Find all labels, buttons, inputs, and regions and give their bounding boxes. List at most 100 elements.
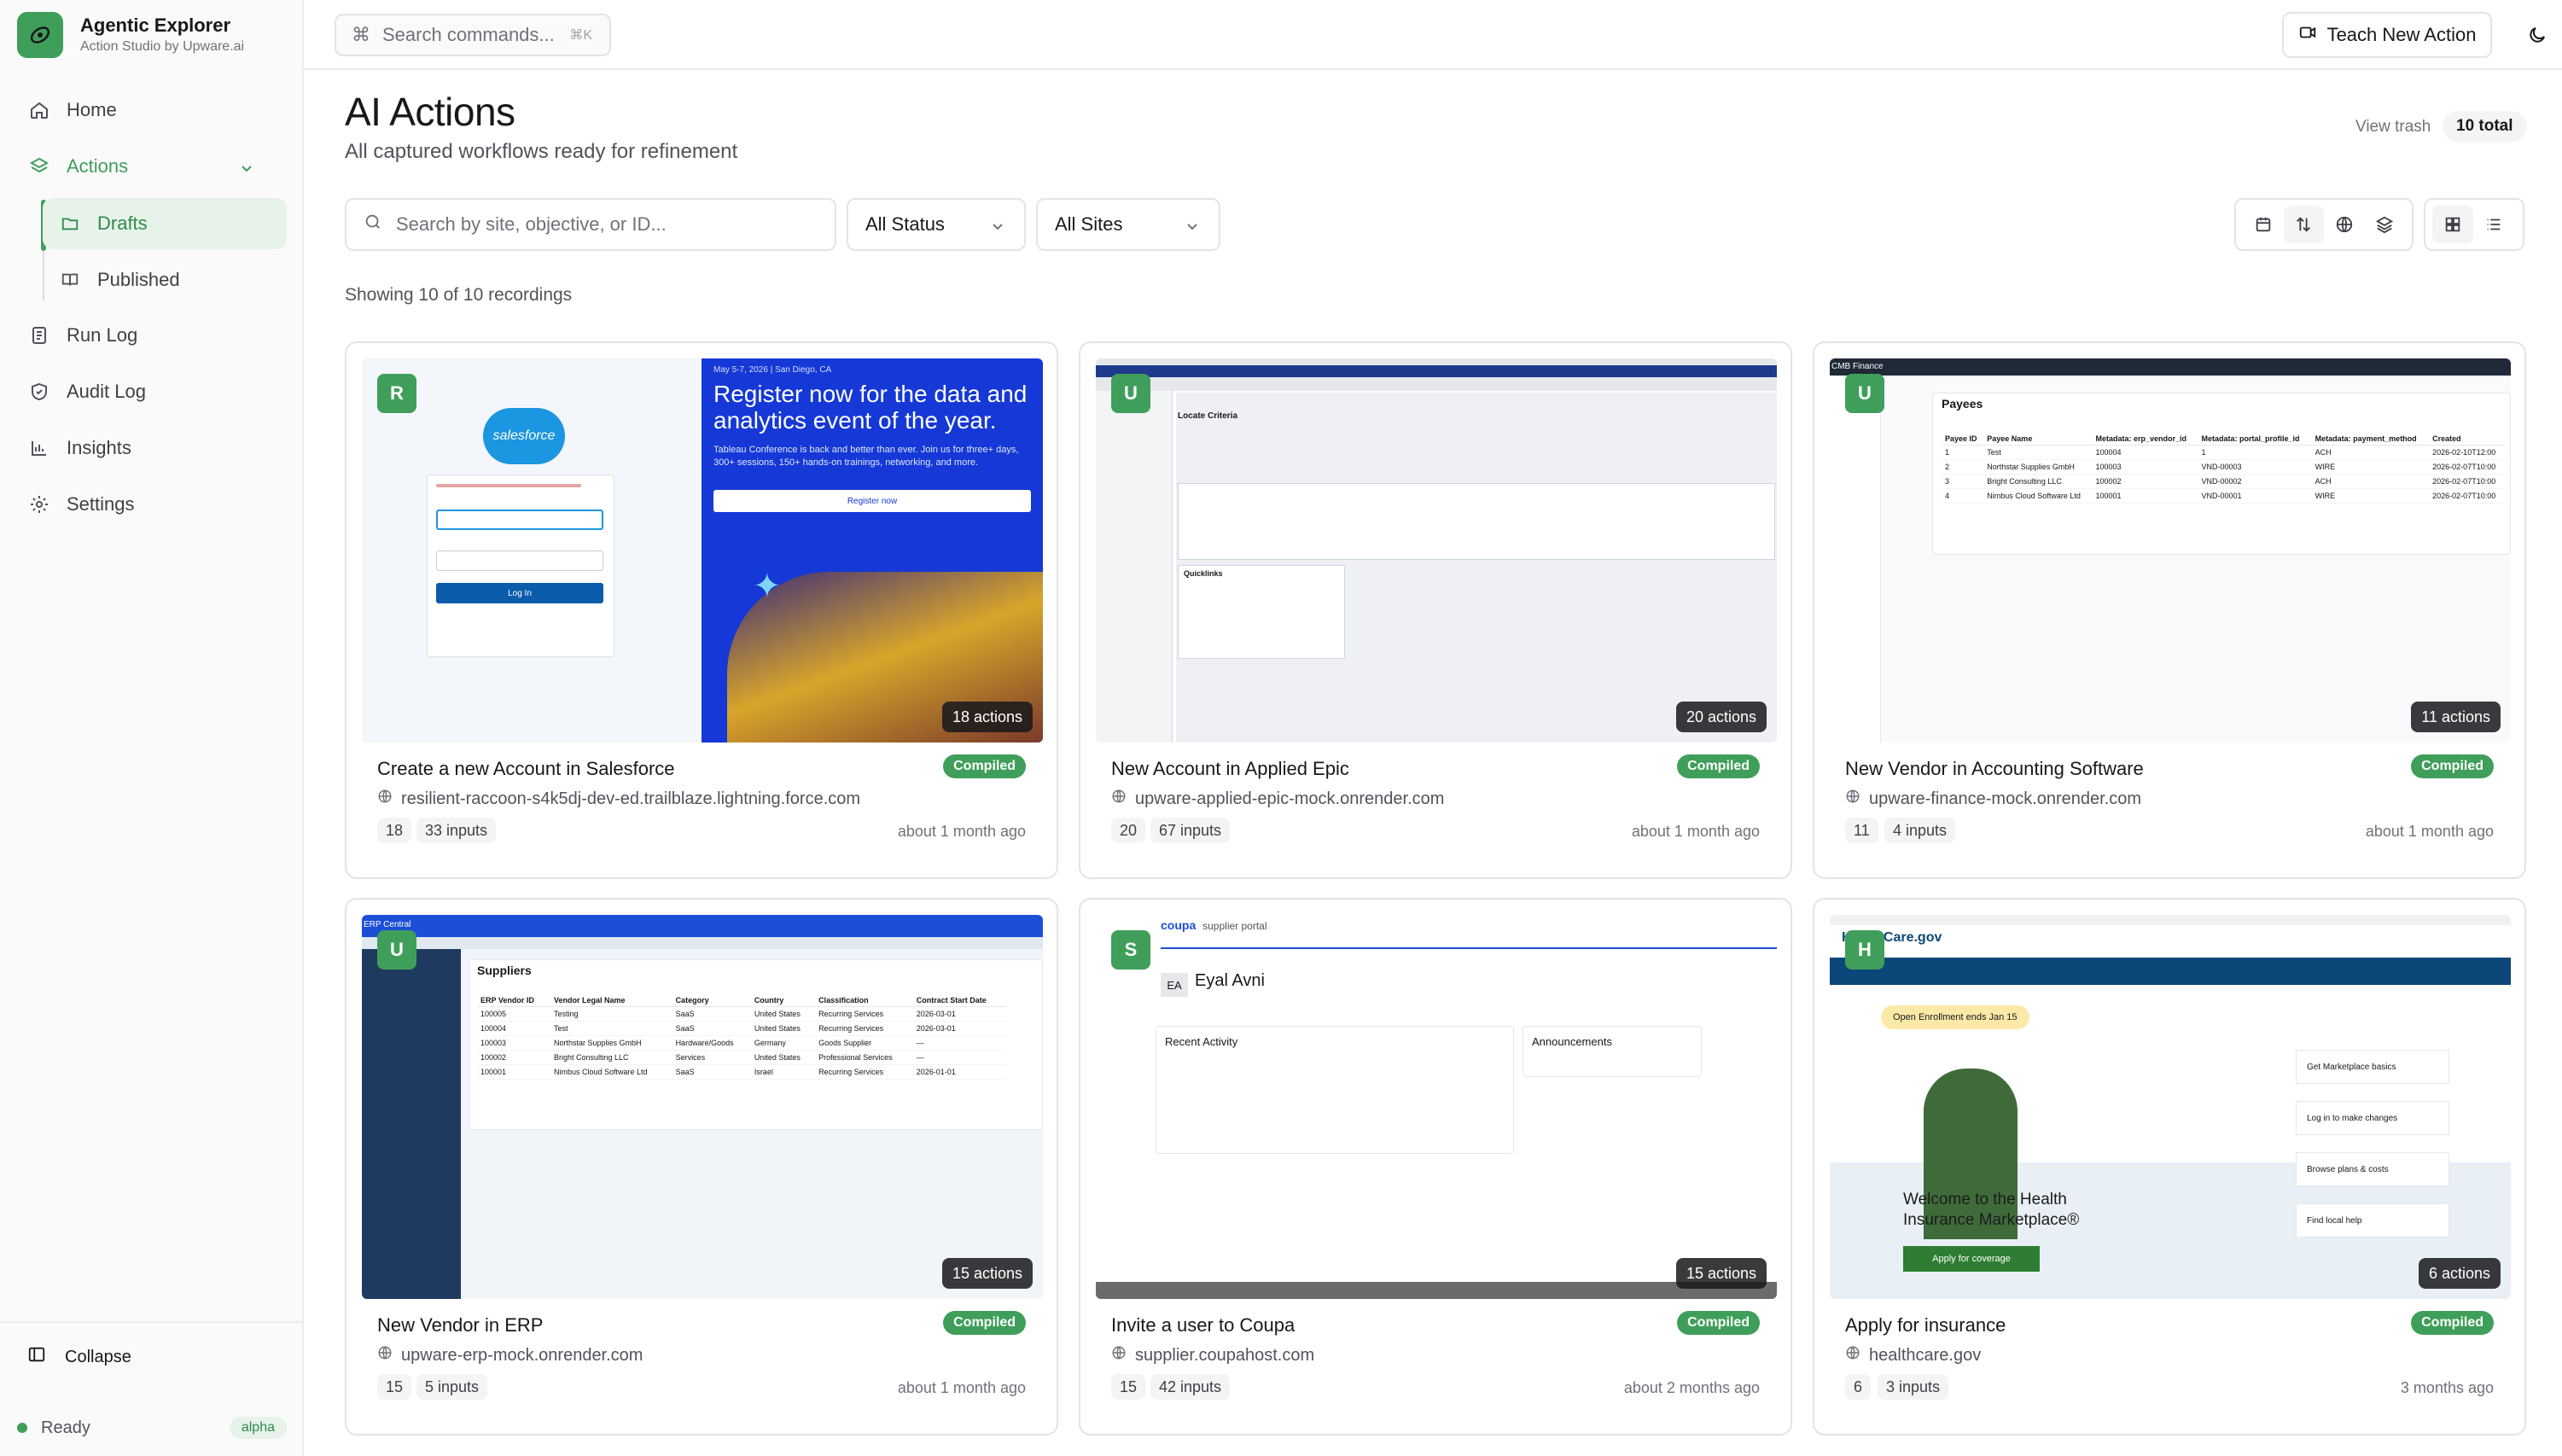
table-cell: Services xyxy=(672,1050,751,1065)
card-title: Apply for insurance xyxy=(1845,1314,2006,1336)
brand-logo-icon xyxy=(17,12,63,58)
sidebar-item-settings[interactable]: Settings xyxy=(19,480,287,529)
action-card[interactable]: Locate Criteria Quicklinks U 20 actions … xyxy=(1079,341,1792,879)
brand[interactable]: Agentic Explorer Action Studio by Upware… xyxy=(17,12,244,58)
sort-view-toolbar xyxy=(2234,198,2414,251)
hc-apply-button: Apply for coverage xyxy=(1903,1246,2040,1272)
sidebar-item-drafts[interactable]: Drafts xyxy=(43,198,287,249)
table-cell: 100001 xyxy=(477,1064,550,1080)
inputs-chip: 67 inputs xyxy=(1150,818,1231,843)
fin-brand: CMB Finance xyxy=(1831,362,1884,371)
command-search[interactable]: ⌘ Search commands... ⌘K xyxy=(335,14,611,56)
epic-results-table xyxy=(1178,483,1775,560)
table-header-cell: Metadata: payment_method xyxy=(2311,433,2430,446)
chevron-down-icon[interactable] xyxy=(239,159,254,181)
calendar-icon xyxy=(2256,217,2270,232)
group-by-site-button[interactable] xyxy=(2324,206,2365,243)
action-card[interactable]: salesforce Log In May 5-7, 2026 | San Di… xyxy=(345,341,1058,879)
table-cell: 2026-03-01 xyxy=(912,1021,1006,1036)
table-cell: VND-00002 xyxy=(2198,474,2312,489)
table-header-cell: ERP Vendor ID xyxy=(477,994,550,1007)
sidebar-item-label: Drafts xyxy=(97,213,148,234)
table-cell: Bright Consulting LLC xyxy=(550,1050,673,1065)
action-card[interactable]: CMB Finance Payees Payee ID Payee Name Met… xyxy=(1813,341,2526,879)
grid-view-button[interactable] xyxy=(2432,206,2473,243)
search-input[interactable]: Search by site, objective, or ID... xyxy=(345,198,836,251)
table-cell: 2026-02-07T10:00 xyxy=(2429,459,2505,475)
collapse-button[interactable]: Collapse xyxy=(27,1345,131,1369)
teach-new-action-button[interactable]: Teach New Action xyxy=(2282,12,2492,58)
action-card[interactable]: coupa supplier portal EA Eyal Avni Recen… xyxy=(1079,898,1792,1436)
sites-select-value: All Sites xyxy=(1055,213,1123,235)
shield-icon xyxy=(27,380,51,404)
coupa-logo: coupa supplier portal xyxy=(1161,918,1267,932)
table-cell: SaaS xyxy=(672,1021,751,1036)
table-row: 3 Bright Consulting LLC 100002 VND-00002 ACH… xyxy=(1942,474,2505,489)
sort-direction-button[interactable] xyxy=(2283,206,2324,243)
card-title: New Account in Applied Epic xyxy=(1111,758,1349,779)
grid-icon xyxy=(2445,217,2460,232)
layout-toggle xyxy=(2424,198,2524,251)
table-row: 100002 Bright Consulting LLC Services Unite… xyxy=(477,1050,1006,1065)
sidebar-item-run-log[interactable]: Run Log xyxy=(19,311,287,360)
coupa-recent-activity: Recent Activity xyxy=(1156,1026,1514,1154)
view-trash-link[interactable]: View trash xyxy=(2355,118,2431,137)
action-card[interactable]: HealthCare.gov Open Enrollment ends Jan … xyxy=(1813,898,2526,1436)
sidebar-item-label: Settings xyxy=(67,493,135,515)
action-card[interactable]: ERP Central Suppliers ERP Vendor ID Vendo… xyxy=(345,898,1058,1436)
table-header-cell: Vendor Legal Name xyxy=(550,994,673,1007)
card-age: about 1 month ago xyxy=(897,823,1026,840)
card-title: Invite a user to Coupa xyxy=(1111,1314,1296,1336)
table-row: 1 Test 100004 1 ACH 2026-02-10T12:00 xyxy=(1942,445,2505,460)
table-cell: SaaS xyxy=(672,1006,751,1022)
card-age: about 1 month ago xyxy=(897,1379,1026,1396)
group-by-layer-button[interactable] xyxy=(2365,206,2406,243)
card-site: upware-finance-mock.onrender.com xyxy=(1845,789,2141,809)
sidebar-item-label: Published xyxy=(97,269,180,290)
sf-login-pane: salesforce Log In xyxy=(362,358,702,743)
table-row: 4 Nimbus Cloud Software Ltd 100001 VND-0000… xyxy=(1942,488,2505,504)
sidebar-item-audit-log[interactable]: Audit Log xyxy=(19,367,287,416)
sidebar-item-actions[interactable]: Actions xyxy=(19,142,287,191)
sf-register-button: Register now xyxy=(713,490,1031,512)
table-cell: 100001 xyxy=(2092,488,2198,504)
table-cell: Germany xyxy=(750,1035,816,1051)
theme-toggle-moon-icon[interactable] xyxy=(2523,20,2552,50)
table-header-cell: Classification xyxy=(815,994,913,1007)
card-site-url: healthcare.gov xyxy=(1869,1345,1982,1365)
card-avatar: S xyxy=(1111,930,1150,970)
status-select[interactable]: All Status xyxy=(847,198,1026,251)
card-site-url: resilient-raccoon-s4k5dj-dev-ed.trailbla… xyxy=(401,789,861,808)
list-view-button[interactable] xyxy=(2473,206,2514,243)
table-cell: United States xyxy=(750,1050,816,1065)
sort-by-date-button[interactable] xyxy=(2243,206,2284,243)
status-indicator: Ready alpha xyxy=(17,1417,287,1439)
table-header-cell: Country xyxy=(750,994,816,1007)
fin-header-bar: CMB Finance xyxy=(1830,358,2511,376)
fin-payees-panel: Payees Payee ID Payee Name Metadata: erp_v… xyxy=(1932,393,2511,555)
sidebar-collapse-icon xyxy=(27,1345,46,1369)
coupa-portal-label: supplier portal xyxy=(1202,920,1267,932)
sf-password-field xyxy=(436,550,603,571)
sparkle-icon: ✦ xyxy=(753,568,782,605)
erp-breadcrumb-bar xyxy=(362,937,1043,949)
coupa-user-name: Eyal Avni xyxy=(1195,971,1265,990)
table-cell: 4 xyxy=(1942,488,1984,504)
card-avatar: U xyxy=(1111,374,1150,413)
sidebar-item-home[interactable]: Home xyxy=(19,85,287,135)
epic-locate-heading: Locate Criteria xyxy=(1178,411,1238,421)
fin-payees-table: Payee ID Payee Name Metadata: erp_vendor_i… xyxy=(1942,433,2505,504)
table-header-cell: Contract Start Date xyxy=(912,994,1006,1007)
status-label: Ready xyxy=(41,1418,90,1437)
card-site: resilient-raccoon-s4k5dj-dev-ed.trailbla… xyxy=(377,789,860,809)
table-cell: Northstar Supplies GmbH xyxy=(1983,459,2093,475)
fin-payees-heading: Payees xyxy=(1942,397,1983,411)
sites-select[interactable]: All Sites xyxy=(1036,198,1220,251)
sidebar-item-label: Run Log xyxy=(67,324,138,346)
status-dot-icon xyxy=(17,1423,27,1433)
epic-menu-bar xyxy=(1096,358,1777,365)
card-age: 3 months ago xyxy=(2400,1379,2494,1396)
sidebar-item-insights[interactable]: Insights xyxy=(19,423,287,473)
table-row: 100004 Test SaaS United States Recurring Ser… xyxy=(477,1021,1006,1036)
sidebar-item-published[interactable]: Published xyxy=(43,254,287,306)
